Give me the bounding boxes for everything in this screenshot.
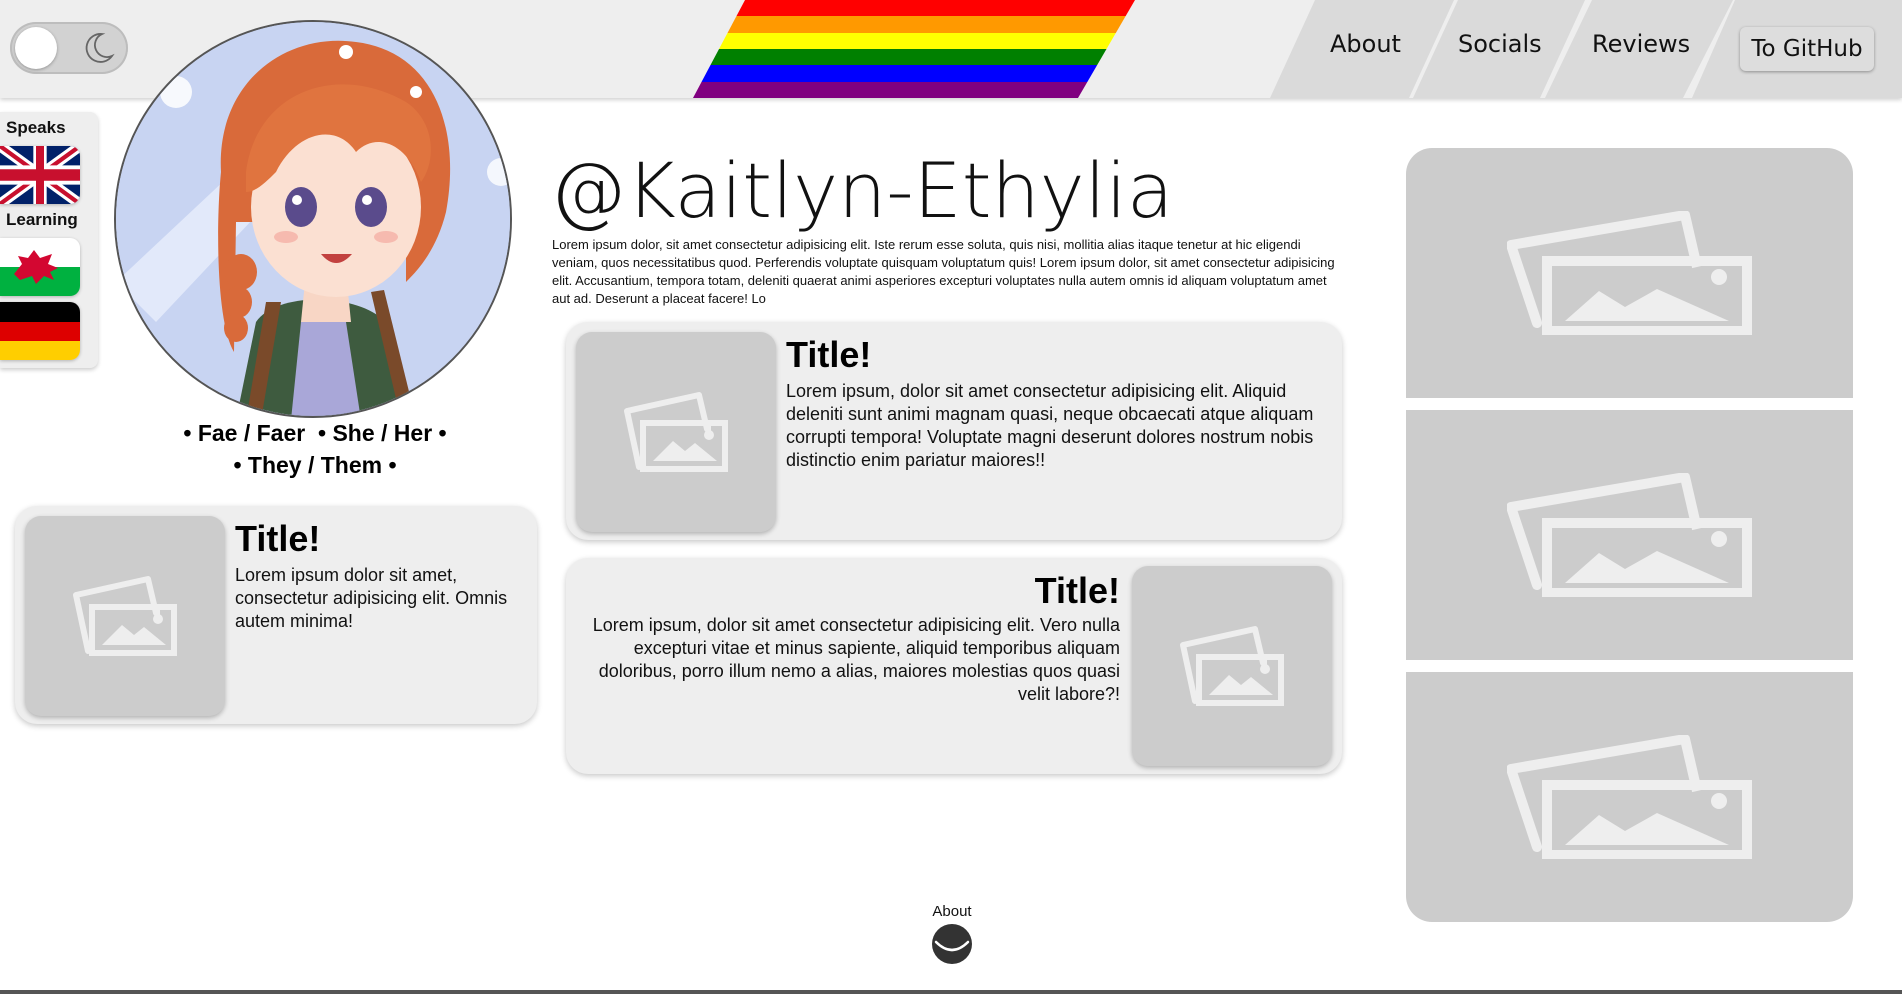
card-image (1132, 566, 1332, 766)
card-title: Title! (1034, 570, 1120, 611)
scroll-down-button[interactable] (932, 924, 972, 964)
card-left: Title! Lorem ipsum dolor sit amet, conse… (15, 506, 537, 724)
wales-flag-icon (0, 238, 80, 296)
card-title: Title! (235, 518, 321, 559)
username-heading: @Kaitlyn-Ethylia (550, 146, 1174, 235)
pride-stripe-green (693, 48, 1135, 66)
nav-socials-link[interactable]: Socials (1458, 30, 1542, 58)
pronouns-line-1: • Fae / Faer • She / Her • (183, 420, 447, 446)
pride-stripe-purple (693, 81, 1135, 98)
learning-label: Learning (6, 210, 78, 229)
gallery-item[interactable] (1406, 672, 1853, 922)
uk-flag-icon (0, 146, 80, 204)
gallery (1406, 148, 1853, 922)
card-title: Title! (786, 334, 872, 375)
pride-stripe-red (693, 0, 1135, 17)
nav-about-link[interactable]: About (1330, 30, 1401, 58)
toggle-knob (15, 27, 57, 69)
pronouns-line-2: • They / Them • (233, 452, 397, 478)
card-text: Lorem ipsum, dolor sit amet consectetur … (592, 615, 1120, 704)
nav-reviews-link[interactable]: Reviews (1592, 30, 1690, 58)
image-placeholder-icon (624, 392, 728, 472)
speaks-label: Speaks (6, 118, 66, 137)
image-placeholder-icon (1506, 473, 1752, 597)
image-placeholder-icon (1506, 211, 1752, 335)
about-scroll-label[interactable]: About (910, 903, 994, 920)
card-middle-top: Title! Lorem ipsum, dolor sit amet conse… (566, 322, 1342, 540)
languages-panel: Speaks Learning (0, 112, 98, 368)
pride-stripe-orange (693, 16, 1135, 33)
card-image (576, 332, 776, 532)
gallery-item[interactable] (1406, 148, 1853, 398)
pride-stripe-blue (693, 65, 1135, 82)
pride-banner (693, 0, 1135, 98)
card-text: Lorem ipsum dolor sit amet, consectetur … (235, 565, 508, 631)
card-middle-bottom: Title! Lorem ipsum, dolor sit amet conse… (566, 558, 1342, 774)
page-bottom-divider (0, 990, 1902, 994)
image-placeholder-icon (73, 576, 177, 656)
image-placeholder-icon (1506, 735, 1752, 859)
gallery-item[interactable] (1406, 410, 1853, 660)
pronouns: • Fae / Faer • She / Her • • They / Them… (160, 417, 470, 481)
card-image (25, 516, 225, 716)
github-button[interactable]: To GitHub (1740, 27, 1874, 71)
card-text: Lorem ipsum, dolor sit amet consectetur … (786, 381, 1314, 470)
chevron-down-icon (934, 940, 970, 952)
moon-icon (85, 33, 115, 63)
bio-text: Lorem ipsum dolor, sit amet consectetur … (552, 237, 1335, 306)
theme-toggle[interactable] (10, 22, 128, 74)
image-placeholder-icon (1180, 626, 1284, 706)
profile-avatar (114, 20, 512, 418)
germany-flag-icon (0, 302, 80, 360)
pride-stripe-yellow (693, 32, 1135, 49)
